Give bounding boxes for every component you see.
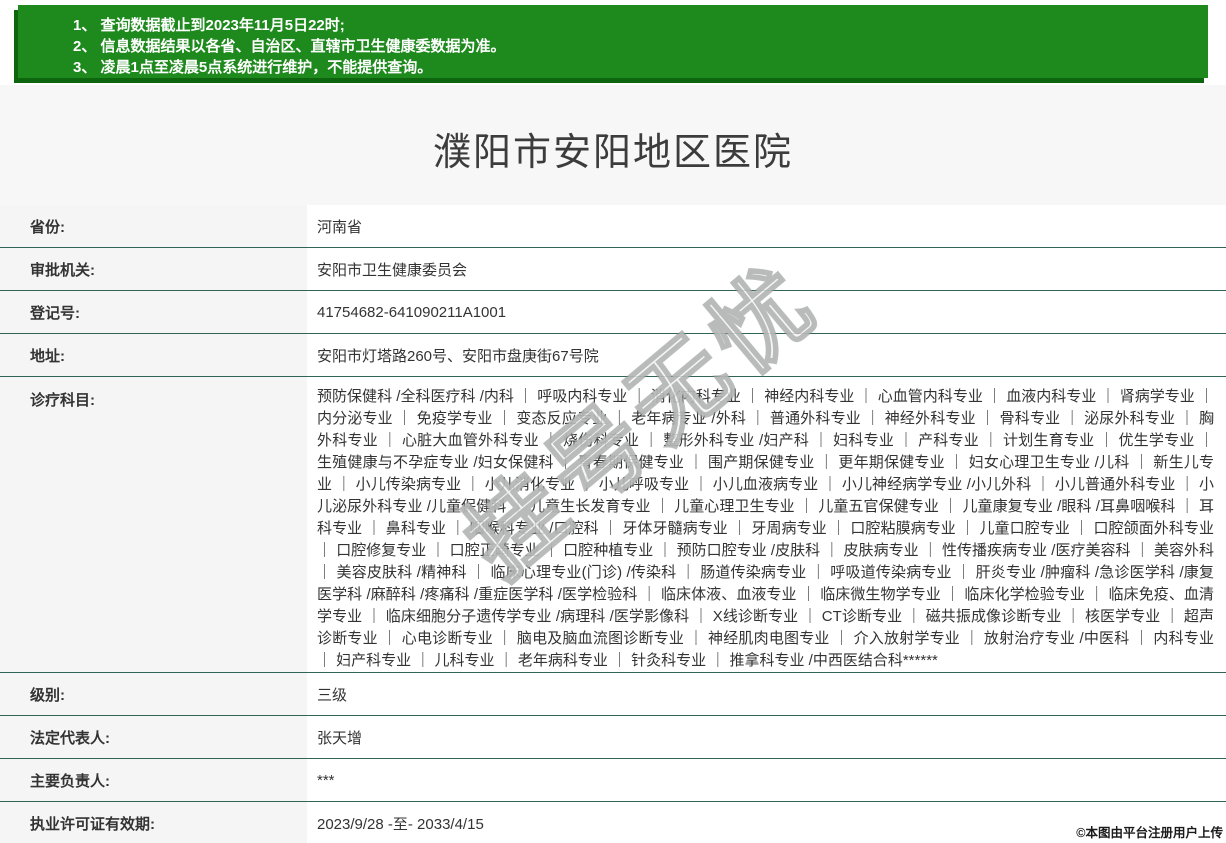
row-label: 登记号:	[0, 291, 307, 333]
row-value: 三级	[307, 673, 1226, 715]
title-section: 濮阳市安阳地区医院	[0, 85, 1226, 205]
row-label: 法定代表人:	[0, 716, 307, 758]
row-value: 安阳市灯塔路260号、安阳市盘庚街67号院	[307, 334, 1226, 376]
table-row: 执业许可证有效期: 2023/9/28 -至- 2033/4/15	[0, 802, 1226, 843]
notice-banner: 1、 查询数据截止到2023年11月5日22时; 2、 信息数据结果以各省、自治…	[18, 5, 1208, 78]
table-row: 地址: 安阳市灯塔路260号、安阳市盘庚街67号院	[0, 334, 1226, 377]
table-row: 法定代表人: 张天增	[0, 716, 1226, 759]
notice-line: 3、 凌晨1点至凌晨5点系统进行维护，不能提供查询。	[73, 59, 433, 76]
row-value: 张天增	[307, 716, 1226, 758]
row-value: 41754682-641090211A1001	[307, 291, 1226, 333]
row-label: 诊疗科目:	[0, 377, 307, 672]
row-value: ***	[307, 759, 1226, 801]
table-row: 登记号: 41754682-641090211A1001	[0, 291, 1226, 334]
table-row: 诊疗科目: 预防保健科 /全科医疗科 /内科 ｜ 呼吸内科专业 ｜ 消化内科专业…	[0, 377, 1226, 673]
notice-line: 2、 信息数据结果以各省、自治区、直辖市卫生健康委数据为准。	[73, 38, 506, 55]
row-label: 省份:	[0, 205, 307, 247]
page-title: 濮阳市安阳地区医院	[432, 132, 793, 174]
row-label: 主要负责人:	[0, 759, 307, 801]
row-value: 河南省	[307, 205, 1226, 247]
upload-credit: ©本图由平台注册用户上传	[1076, 826, 1223, 840]
row-label: 地址:	[0, 334, 307, 376]
table-row: 审批机关: 安阳市卫生健康委员会	[0, 248, 1226, 291]
hospital-info-table: 省份: 河南省 审批机关: 安阳市卫生健康委员会 登记号: 41754682-6…	[0, 205, 1226, 843]
row-label: 级别:	[0, 673, 307, 715]
row-label: 执业许可证有效期:	[0, 802, 307, 843]
row-value: 安阳市卫生健康委员会	[307, 248, 1226, 290]
row-label: 审批机关:	[0, 248, 307, 290]
table-row: 级别: 三级	[0, 673, 1226, 716]
table-row: 主要负责人: ***	[0, 759, 1226, 802]
row-value: 预防保健科 /全科医疗科 /内科 ｜ 呼吸内科专业 ｜ 消化内科专业 ｜ 神经内…	[307, 377, 1226, 672]
table-row: 省份: 河南省	[0, 205, 1226, 248]
notice-line: 1、 查询数据截止到2023年11月5日22时;	[73, 17, 345, 34]
page: 1、 查询数据截止到2023年11月5日22时; 2、 信息数据结果以各省、自治…	[0, 0, 1226, 843]
